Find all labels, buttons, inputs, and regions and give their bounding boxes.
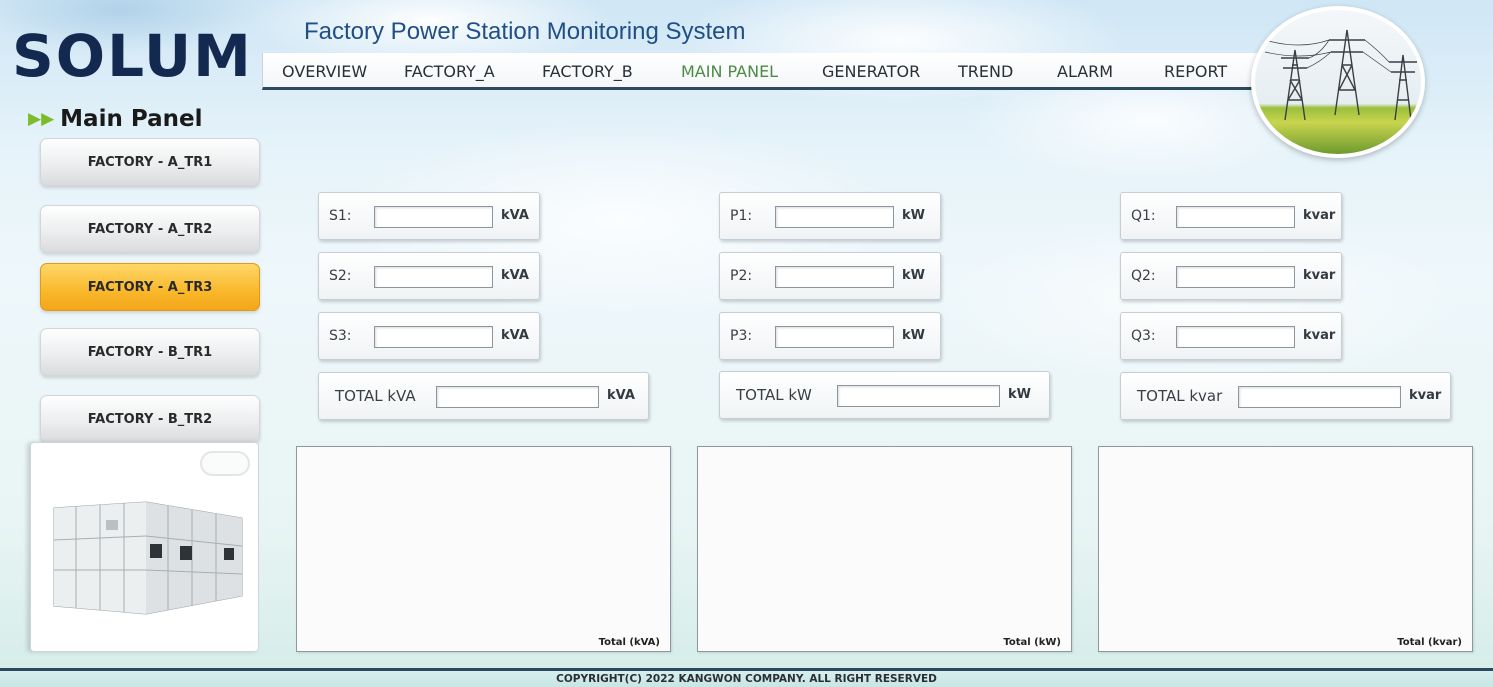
main-nav: OVERVIEW FACTORY_A FACTORY_B MAIN PANEL … — [262, 53, 1272, 90]
s2-unit: kVA — [501, 268, 529, 283]
total-kva-unit: kVA — [607, 388, 635, 403]
nav-trend[interactable]: TREND — [958, 62, 1013, 81]
p2-unit: kW — [902, 268, 925, 283]
power-tower-image — [1251, 6, 1425, 158]
power-tower-icon — [1264, 29, 1417, 121]
double-arrow-icon: ▶▶ — [28, 109, 55, 129]
footer-copyright: COPYRIGHT(C) 2022 KANGWON COMPANY. ALL R… — [0, 671, 1493, 687]
app-title: Factory Power Station Monitoring System — [304, 18, 746, 45]
total-kvar-chart: Total (kvar) — [1098, 446, 1473, 652]
nav-factory-a[interactable]: FACTORY_A — [404, 62, 495, 81]
total-kw-label: TOTAL kW — [736, 386, 812, 404]
nav-main-panel[interactable]: MAIN PANEL — [681, 62, 778, 81]
sidebar-factory-a-tr2[interactable]: FACTORY - A_TR2 — [40, 205, 260, 253]
panel-toggle-pill[interactable] — [200, 451, 250, 476]
q1-unit: kvar — [1303, 208, 1336, 223]
nav-generator[interactable]: GENERATOR — [822, 62, 920, 81]
page-title: ▶▶ Main Panel — [28, 106, 203, 132]
s3-input[interactable] — [374, 326, 493, 348]
total-kva-chart: Total (kVA) — [296, 446, 671, 652]
q3-label: Q3: — [1131, 328, 1156, 344]
sidebar-factory-b-tr2[interactable]: FACTORY - B_TR2 — [40, 395, 260, 443]
s2-field-group: S2: kVA — [318, 252, 540, 300]
q2-input[interactable] — [1176, 266, 1295, 288]
s1-label: S1: — [329, 208, 352, 224]
nav-report[interactable]: REPORT — [1164, 62, 1227, 81]
s3-unit: kVA — [501, 328, 529, 343]
total-kw-field-group: TOTAL kW kW — [719, 371, 1050, 419]
p1-label: P1: — [730, 208, 753, 224]
q2-label: Q2: — [1131, 268, 1156, 284]
s2-input[interactable] — [374, 266, 493, 288]
nav-alarm[interactable]: ALARM — [1057, 62, 1113, 81]
s1-unit: kVA — [501, 208, 529, 223]
q1-input[interactable] — [1176, 206, 1295, 228]
nav-factory-b[interactable]: FACTORY_B — [542, 62, 633, 81]
q2-unit: kvar — [1303, 268, 1336, 283]
total-kw-chart-caption: Total (kW) — [1003, 637, 1061, 648]
nav-overview[interactable]: OVERVIEW — [282, 62, 367, 81]
total-kvar-chart-caption: Total (kvar) — [1397, 637, 1462, 648]
total-kvar-label: TOTAL kvar — [1137, 387, 1223, 405]
s1-field-group: S1: kVA — [318, 192, 540, 240]
q3-input[interactable] — [1176, 326, 1295, 348]
q3-field-group: Q3: kvar — [1120, 312, 1342, 360]
p3-unit: kW — [902, 328, 925, 343]
p3-label: P3: — [730, 328, 753, 344]
total-kva-label: TOTAL kVA — [335, 387, 416, 405]
s3-field-group: S3: kVA — [318, 312, 540, 360]
q1-field-group: Q1: kvar — [1120, 192, 1342, 240]
total-kw-input[interactable] — [837, 385, 1000, 407]
total-kw-chart: Total (kW) — [697, 446, 1072, 652]
p3-input[interactable] — [775, 326, 894, 348]
p2-field-group: P2: kW — [719, 252, 941, 300]
q2-field-group: Q2: kvar — [1120, 252, 1342, 300]
q3-unit: kvar — [1303, 328, 1336, 343]
p1-field-group: P1: kW — [719, 192, 941, 240]
total-kva-input[interactable] — [436, 386, 599, 408]
sidebar-factory-b-tr1[interactable]: FACTORY - B_TR1 — [40, 328, 260, 376]
total-kw-unit: kW — [1008, 387, 1031, 402]
sidebar-factory-a-tr3[interactable]: FACTORY - A_TR3 — [40, 263, 260, 311]
total-kva-chart-caption: Total (kVA) — [598, 637, 660, 648]
total-kvar-field-group: TOTAL kvar kvar — [1120, 372, 1451, 420]
p2-input[interactable] — [775, 266, 894, 288]
total-kvar-input[interactable] — [1238, 386, 1401, 408]
p1-unit: kW — [902, 208, 925, 223]
electrical-cabinet-image — [53, 501, 243, 615]
s1-input[interactable] — [374, 206, 493, 228]
s3-label: S3: — [329, 328, 352, 344]
sidebar-factory-a-tr1[interactable]: FACTORY - A_TR1 — [40, 138, 260, 186]
total-kva-field-group: TOTAL kVA kVA — [318, 372, 649, 420]
total-kvar-unit: kvar — [1409, 388, 1442, 403]
q1-label: Q1: — [1131, 208, 1156, 224]
p1-input[interactable] — [775, 206, 894, 228]
s2-label: S2: — [329, 268, 352, 284]
solum-logo: SOLUM — [12, 22, 253, 90]
p2-label: P2: — [730, 268, 753, 284]
p3-field-group: P3: kW — [719, 312, 941, 360]
